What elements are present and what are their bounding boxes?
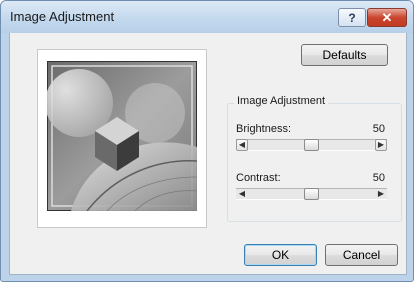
window-title: Image Adjustment [10, 9, 115, 24]
close-icon: ✕ [381, 9, 393, 25]
brightness-value: 50 [372, 123, 385, 135]
ok-button[interactable]: OK [244, 244, 317, 266]
close-button[interactable]: ✕ [367, 8, 407, 27]
arrow-right-icon: ▶ [377, 189, 385, 198]
image-preview-frame [37, 49, 207, 228]
image-adjustment-group [227, 103, 402, 222]
help-icon: ? [348, 10, 356, 25]
contrast-value: 50 [372, 172, 385, 184]
defaults-button[interactable]: Defaults [301, 44, 388, 66]
dialog-body: Defaults Image Adjustment Brightness: 50… [9, 33, 407, 275]
help-button[interactable]: ? [338, 8, 366, 27]
title-bar[interactable]: Image Adjustment ? ✕ [1, 1, 413, 33]
brightness-label: Brightness: [236, 123, 292, 135]
dialog-window: Image Adjustment ? ✕ Defaults Image Adju… [0, 0, 414, 282]
contrast-label: Contrast: [236, 172, 281, 184]
contrast-slider-thumb[interactable] [304, 188, 319, 200]
cancel-button[interactable]: Cancel [325, 244, 398, 266]
contrast-right-arrow[interactable]: ▶ [375, 188, 387, 200]
group-label: Image Adjustment [234, 95, 329, 107]
arrow-left-icon: ◀ [238, 189, 246, 198]
brightness-slider-thumb[interactable] [304, 139, 319, 151]
arrow-right-icon: ▶ [377, 140, 385, 149]
brightness-right-arrow[interactable]: ▶ [375, 139, 387, 151]
brightness-left-arrow[interactable]: ◀ [236, 139, 248, 151]
image-preview [47, 61, 197, 211]
arrow-left-icon: ◀ [238, 140, 246, 149]
contrast-left-arrow[interactable]: ◀ [236, 188, 248, 200]
